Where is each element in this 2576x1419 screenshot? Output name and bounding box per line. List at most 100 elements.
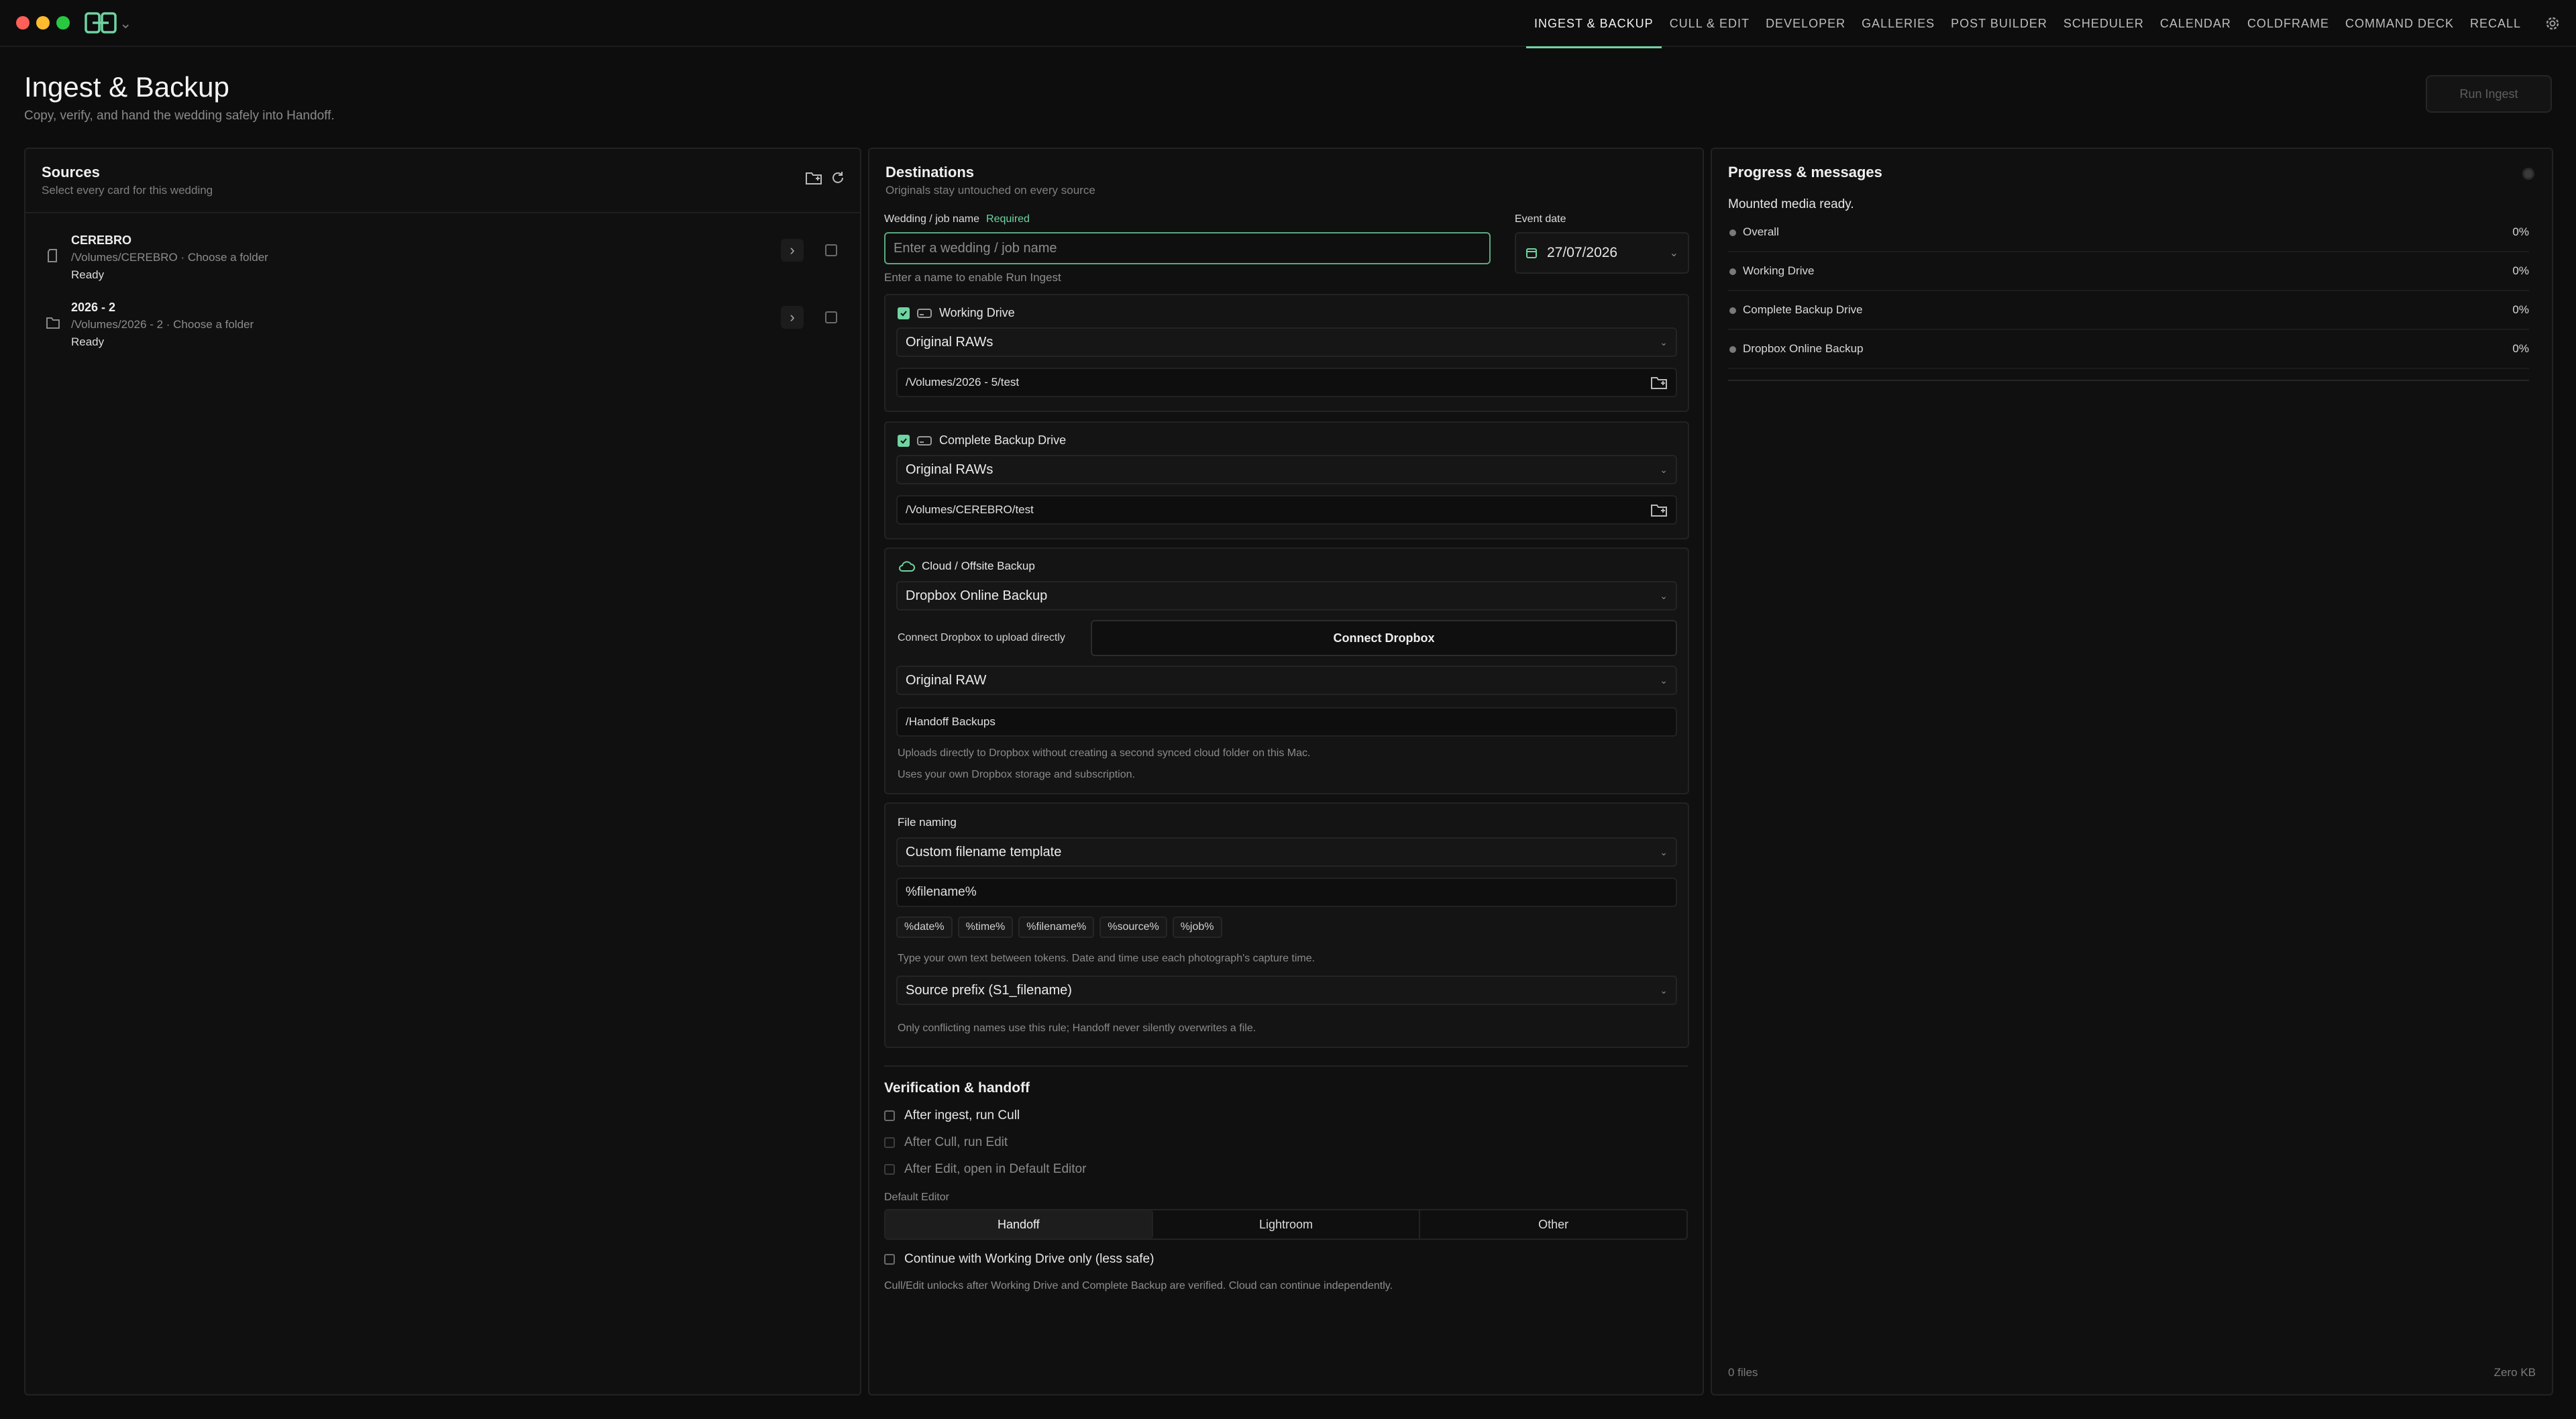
cloud-content-value: Original RAW	[906, 672, 987, 688]
folder-open-icon[interactable]	[1650, 375, 1668, 390]
connect-dropbox-button[interactable]: Connect Dropbox	[1091, 620, 1677, 656]
working-drive-card: Working Drive Original RAWs ⌄ /Volumes/20…	[884, 294, 1689, 412]
run-cull-checkbox[interactable]	[884, 1110, 895, 1121]
sd-card-icon	[46, 248, 60, 263]
conflict-rule-select[interactable]: Source prefix (S1_filename) ⌄	[896, 976, 1677, 1005]
nav-scheduler[interactable]: SCHEDULER	[2055, 0, 2152, 47]
cloud-path-field[interactable]: /Handoff Backups	[896, 707, 1677, 737]
run-cull-label: After ingest, run Cull	[904, 1108, 1020, 1122]
token-hint: Type your own text between tokens. Date …	[898, 953, 1316, 964]
page-subtitle: Copy, verify, and hand the wedding safel…	[24, 109, 335, 123]
backup-drive-card: Complete Backup Drive Original RAWs ⌄ /Vo…	[884, 421, 1689, 539]
title-bar: ⌄ INGEST & BACKUP CULL & EDIT DEVELOPER …	[0, 0, 2576, 48]
working-drive-label: Working Drive	[939, 306, 1015, 319]
conflict-hint: Only conflicting names use this rule; Ha…	[898, 1022, 1256, 1034]
event-date-picker[interactable]: 27/07/2026 ⌄	[1515, 232, 1689, 274]
verification-title: Verification & handoff	[884, 1080, 1030, 1096]
nav-recall[interactable]: RECALL	[2462, 0, 2529, 47]
divider	[25, 212, 860, 213]
nav-cull-edit[interactable]: CULL & EDIT	[1662, 0, 1758, 47]
token-filename[interactable]: %filename%	[1018, 916, 1095, 938]
progress-row-overall: Overall 0%	[1728, 223, 2529, 252]
job-name-label-text: Wedding / job name	[884, 213, 980, 225]
backup-drive-folder-value: Original RAWs	[906, 462, 994, 477]
run-cull-option[interactable]: After ingest, run Cull	[884, 1108, 1020, 1123]
nav-galleries[interactable]: GALLERIES	[1854, 0, 1943, 47]
open-editor-option[interactable]: After Edit, open in Default Editor	[884, 1162, 1086, 1177]
refresh-icon[interactable]	[830, 170, 845, 185]
folder-open-icon[interactable]	[1650, 503, 1668, 517]
run-edit-checkbox[interactable]	[884, 1137, 895, 1148]
cloud-backup-card: Cloud / Offsite Backup Dropbox Online Ba…	[884, 547, 1689, 794]
editor-handoff[interactable]: Handoff	[885, 1210, 1153, 1239]
token-time[interactable]: %time%	[957, 916, 1014, 938]
progress-message: Mounted media ready.	[1728, 197, 1854, 211]
backup-drive-checkbox[interactable]	[898, 434, 910, 447]
continue-working-only-checkbox[interactable]	[884, 1254, 895, 1265]
continue-working-only-option[interactable]: Continue with Working Drive only (less s…	[884, 1252, 1154, 1267]
cloud-provider-select[interactable]: Dropbox Online Backup ⌄	[896, 581, 1677, 611]
verification-footnote: Cull/Edit unlocks after Working Drive an…	[884, 1280, 1393, 1292]
working-drive-path-field[interactable]: /Volumes/2026 - 5/test	[896, 368, 1677, 397]
progress-label: Dropbox Online Backup	[1743, 342, 1864, 355]
working-drive-folder-select[interactable]: Original RAWs ⌄	[896, 327, 1677, 357]
nav-post-builder[interactable]: POST BUILDER	[1943, 0, 2055, 47]
source-checkbox[interactable]	[825, 244, 837, 256]
chevron-right-icon[interactable]: ›	[781, 306, 804, 329]
folder-icon	[46, 315, 60, 330]
filename-template-select[interactable]: Custom filename template ⌄	[896, 837, 1677, 867]
job-name-input[interactable]: Enter a wedding / job name	[884, 232, 1491, 264]
progress-row-backup: Complete Backup Drive 0%	[1728, 301, 2529, 330]
event-date-label: Event date	[1515, 213, 1566, 225]
source-item[interactable]: 2026 - 2 /Volumes/2026 - 2 · Choose a fo…	[42, 301, 844, 361]
token-source[interactable]: %source%	[1099, 916, 1167, 938]
chevron-down-icon: ⌄	[1660, 984, 1668, 996]
chevron-down-icon: ⌄	[1660, 846, 1668, 857]
status-dot-icon	[1729, 268, 1736, 275]
run-ingest-button[interactable]: Run Ingest	[2426, 75, 2552, 113]
editor-lightroom[interactable]: Lightroom	[1153, 1210, 1421, 1239]
app-logo-icon[interactable]	[85, 11, 117, 35]
source-status: Ready	[71, 268, 105, 281]
chevron-down-icon[interactable]: ⌄	[119, 15, 131, 32]
progress-value: 0%	[2512, 342, 2529, 355]
total-size: Zero KB	[2493, 1366, 2536, 1379]
backup-drive-path: /Volumes/CEREBRO/test	[906, 503, 1034, 516]
chevron-right-icon[interactable]: ›	[781, 239, 804, 262]
token-job[interactable]: %job%	[1172, 916, 1222, 938]
nav-ingest-backup[interactable]: INGEST & BACKUP	[1525, 0, 1662, 48]
backup-drive-path-field[interactable]: /Volumes/CEREBRO/test	[896, 495, 1677, 525]
add-folder-icon[interactable]	[805, 170, 822, 185]
main-nav: INGEST & BACKUP CULL & EDIT DEVELOPER GA…	[1525, 0, 2529, 48]
gear-icon[interactable]	[2544, 15, 2561, 32]
zoom-window-button[interactable]	[56, 16, 70, 30]
divider	[1728, 380, 2529, 381]
cloud-content-select[interactable]: Original RAW ⌄	[896, 666, 1677, 695]
source-checkbox[interactable]	[825, 311, 837, 323]
nav-calendar[interactable]: CALENDAR	[2152, 0, 2239, 47]
cloud-note-1: Uploads directly to Dropbox without crea…	[898, 747, 1311, 759]
nav-coldframe[interactable]: COLDFRAME	[2239, 0, 2337, 47]
filename-pattern-input[interactable]: %filename%	[896, 878, 1677, 907]
editor-other[interactable]: Other	[1420, 1210, 1686, 1239]
minimize-window-button[interactable]	[36, 16, 50, 30]
close-window-button[interactable]	[16, 16, 30, 30]
open-editor-checkbox[interactable]	[884, 1164, 895, 1175]
nav-command-deck[interactable]: COMMAND DECK	[2337, 0, 2462, 47]
source-item[interactable]: CEREBRO /Volumes/CEREBRO · Choose a fold…	[42, 233, 844, 294]
job-name-placeholder: Enter a wedding / job name	[894, 240, 1057, 256]
backup-drive-folder-select[interactable]: Original RAWs ⌄	[896, 455, 1677, 484]
progress-value: 0%	[2512, 264, 2529, 277]
token-list: %date% %time% %filename% %source% %job%	[896, 916, 1222, 938]
working-drive-checkbox[interactable]	[898, 307, 910, 319]
required-badge: Required	[986, 213, 1030, 225]
nav-developer[interactable]: DEVELOPER	[1758, 0, 1854, 47]
default-editor-segmented: Handoff Lightroom Other	[884, 1209, 1688, 1240]
connect-dropbox-text: Connect Dropbox to upload directly	[898, 632, 1065, 643]
token-date[interactable]: %date%	[896, 916, 953, 938]
cloud-note-2: Uses your own Dropbox storage and subscr…	[898, 769, 1135, 780]
file-naming-label: File naming	[898, 816, 957, 829]
run-edit-option[interactable]: After Cull, run Edit	[884, 1135, 1008, 1150]
job-name-hint: Enter a name to enable Run Ingest	[884, 271, 1061, 284]
progress-title: Progress & messages	[1728, 164, 1882, 180]
